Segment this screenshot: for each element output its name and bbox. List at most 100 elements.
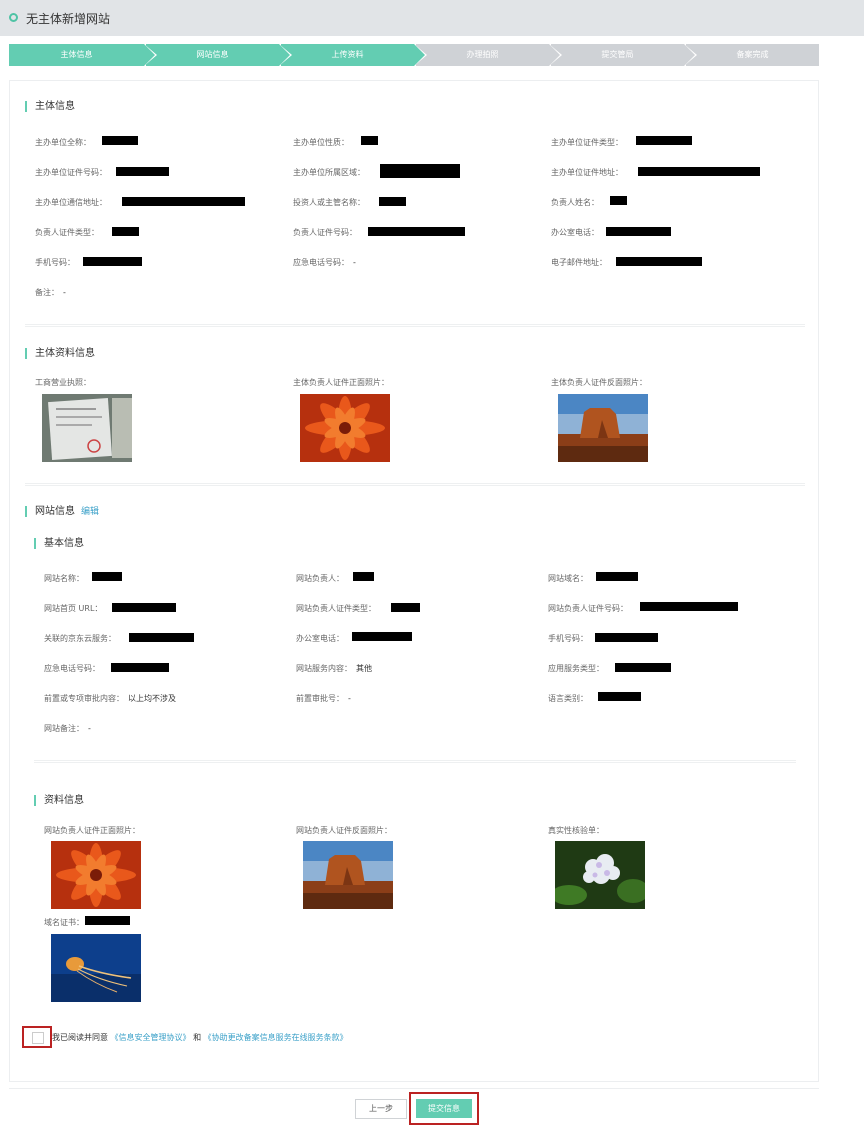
site-cert-front-photo[interactable]: [51, 841, 141, 909]
redaction: [636, 136, 692, 145]
field-jd-service: 关联的京东云服务：: [44, 634, 116, 643]
field-org-nature: 主办单位性质：: [293, 138, 349, 147]
field-owner-cert-type: 负责人证件类型：: [35, 228, 99, 237]
section-title-text: 网站信息: [35, 506, 75, 517]
redaction: [83, 257, 142, 266]
field-service-content: 网站服务内容： 其他: [296, 663, 372, 674]
section-title-website-docs: 资料信息: [34, 795, 84, 806]
step-label: 上传资料: [331, 50, 364, 59]
field-label: 前置审批号：: [296, 694, 344, 703]
redaction: [596, 572, 638, 581]
field-site-remark: 网站备注： -: [44, 723, 91, 734]
step-complete: 备案完成: [686, 44, 819, 66]
submit-highlight: 提交信息: [409, 1092, 479, 1125]
field-home-url: 网站首页 URL：: [44, 604, 103, 613]
divider: [25, 483, 805, 487]
doc-label-license: 工商营业执照：: [35, 378, 91, 387]
redaction: [391, 603, 420, 612]
doc-label-site-cert-front: 网站负责人证件正面照片：: [44, 826, 140, 835]
circle-icon: [9, 13, 18, 22]
redaction: [112, 227, 139, 236]
redaction: [92, 572, 122, 581]
section-title-basic: 基本信息: [34, 538, 84, 549]
redaction: [352, 632, 412, 641]
redaction: [638, 167, 760, 176]
field-value: -: [63, 288, 66, 297]
redaction: [380, 164, 460, 178]
step-photo: 办理拍照: [416, 44, 562, 66]
footer-actions: 上一步 提交信息: [9, 1088, 819, 1129]
redaction: [379, 197, 406, 206]
field-label: 网站备注：: [44, 724, 84, 733]
redaction: [606, 227, 671, 236]
redaction: [598, 692, 641, 701]
agreement-row: 我已阅读并同意 《信息安全管理协议》 和 《协助更改备案信息服务在线服务条款》: [22, 1026, 422, 1048]
field-owner-cert-type: 网站负责人证件类型：: [296, 604, 376, 613]
redaction: [129, 633, 194, 642]
doc-label-site-cert-back: 网站负责人证件反面照片：: [296, 826, 392, 835]
doc-label-domain-cert: 域名证书：: [44, 918, 84, 927]
redaction: [353, 572, 374, 581]
field-office-phone: 办公室电话：: [551, 228, 599, 237]
security-agreement-link[interactable]: 《信息安全管理协议》: [111, 1033, 191, 1042]
agreement-checkbox[interactable]: [22, 1026, 52, 1048]
redaction: [111, 663, 169, 672]
divider: [34, 760, 796, 764]
license-photo[interactable]: [42, 394, 132, 462]
agreement-prefix: 我已阅读并同意: [52, 1033, 108, 1042]
page-title: 无主体新增网站: [26, 12, 111, 26]
step-subject-info: 主体信息: [9, 44, 157, 66]
field-org-region: 主办单位所属区域：: [293, 168, 365, 177]
redaction: [615, 663, 671, 672]
service-terms-link[interactable]: 《协助更改备案信息服务在线服务条款》: [204, 1033, 348, 1042]
field-org-cert-addr: 主办单位证件地址：: [551, 168, 623, 177]
progress-steps: 主体信息 网站信息 上传资料 办理拍照 提交管局 备案完成: [9, 44, 819, 66]
field-value: 以上均不涉及: [128, 694, 176, 703]
field-owner-cert-no: 负责人证件号码：: [293, 228, 357, 237]
verify-sheet-photo[interactable]: [555, 841, 645, 909]
agreement-text: 我已阅读并同意 《信息安全管理协议》 和 《协助更改备案信息服务在线服务条款》: [52, 1032, 348, 1043]
submit-button[interactable]: 提交信息: [416, 1099, 472, 1118]
page-header: 无主体新增网站: [0, 0, 864, 36]
divider: [25, 324, 805, 328]
field-value: -: [353, 258, 356, 267]
edit-link[interactable]: 编辑: [81, 507, 99, 517]
field-emergency-phone: 应急电话号码： -: [293, 257, 356, 268]
section-title-subject-docs: 主体资料信息: [25, 348, 95, 359]
field-email: 电子邮件地址：: [551, 258, 607, 267]
step-label: 提交管局: [601, 50, 634, 59]
domain-cert-photo[interactable]: [51, 934, 141, 1002]
field-pre-approval: 前置或专项审批内容： 以上均不涉及: [44, 693, 176, 704]
section-title-website: 网站信息 编辑: [25, 506, 99, 517]
redaction: [616, 257, 702, 266]
step-upload-docs: 上传资料: [281, 44, 427, 66]
field-value: 其他: [356, 664, 372, 673]
redaction: [361, 136, 378, 145]
field-site-owner: 网站负责人：: [296, 574, 344, 583]
redaction: [102, 136, 138, 145]
field-owner-cert-no: 网站负责人证件号码：: [548, 604, 628, 613]
field-language: 语言类别：: [548, 694, 588, 703]
site-cert-back-photo[interactable]: [303, 841, 393, 909]
prev-step-button[interactable]: 上一步: [355, 1099, 407, 1119]
cert-front-photo[interactable]: [300, 394, 390, 462]
redaction: [122, 197, 245, 206]
redaction: [640, 602, 738, 611]
section-title-subject: 主体信息: [25, 101, 75, 112]
field-org-mail-addr: 主办单位通信地址：: [35, 198, 107, 207]
redaction: [610, 196, 627, 205]
step-label: 办理拍照: [466, 50, 499, 59]
field-label: 应急电话号码：: [293, 258, 349, 267]
cert-back-photo[interactable]: [558, 394, 648, 462]
step-label: 备案完成: [736, 50, 769, 59]
field-domain: 网站域名：: [548, 574, 588, 583]
field-office-phone: 办公室电话：: [296, 634, 344, 643]
field-label: 前置或专项审批内容：: [44, 694, 124, 703]
field-value: -: [348, 694, 351, 703]
doc-label-verify-sheet: 真实性核验单：: [548, 826, 604, 835]
doc-label-cert-front: 主体负责人证件正面照片：: [293, 378, 389, 387]
field-owner-name: 负责人姓名：: [551, 198, 599, 207]
field-emergency-phone: 应急电话号码：: [44, 664, 100, 673]
redaction: [116, 167, 169, 176]
redaction: [85, 916, 130, 925]
